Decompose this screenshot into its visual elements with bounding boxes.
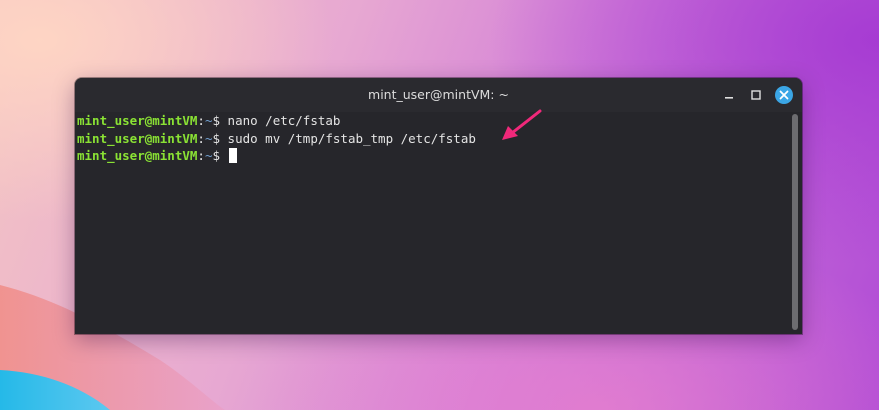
- close-button[interactable]: [775, 86, 793, 104]
- terminal-line: mint_user@mintVM:~$ sudo mv /tmp/fstab_t…: [77, 130, 789, 148]
- terminal-output[interactable]: mint_user@mintVM:~$ nano /etc/fstab mint…: [75, 112, 789, 334]
- command-input[interactable]: [220, 148, 228, 163]
- vertical-scrollbar[interactable]: [792, 114, 798, 330]
- prompt-sign: $: [212, 148, 221, 163]
- maximize-button[interactable]: [748, 87, 764, 103]
- prompt-user-host: mint_user@mintVM: [77, 130, 198, 146]
- prompt-separator: :: [197, 130, 205, 146]
- command-text: nano /etc/fstab: [220, 113, 341, 128]
- prompt-user-host: mint_user@mintVM: [77, 148, 198, 163]
- maximize-icon: [751, 90, 761, 100]
- command-text: sudo mv /tmp/fstab_tmp /etc/fstab: [220, 130, 476, 146]
- text-cursor: [228, 148, 237, 163]
- prompt-sign: $: [212, 130, 221, 146]
- prompt-separator: :: [197, 113, 205, 128]
- prompt-sign: $: [212, 113, 221, 128]
- title-bar[interactable]: mint_user@mintVM: ~: [75, 78, 802, 112]
- prompt-user-host: mint_user@mintVM: [77, 113, 198, 128]
- terminal-line[interactable]: mint_user@mintVM:~$: [77, 147, 789, 165]
- minimize-button[interactable]: [721, 87, 737, 103]
- scrollbar-thumb[interactable]: [792, 114, 798, 330]
- prompt-separator: :: [197, 148, 205, 163]
- window-title: mint_user@mintVM: ~: [368, 87, 509, 102]
- close-icon: [779, 90, 789, 100]
- minimize-icon: [725, 97, 733, 99]
- terminal-window[interactable]: mint_user@mintVM: ~ mint_user@mintVM:~$ …: [75, 78, 802, 334]
- arrow-annotation-icon: [502, 109, 542, 140]
- terminal-line: mint_user@mintVM:~$ nano /etc/fstab: [77, 112, 789, 130]
